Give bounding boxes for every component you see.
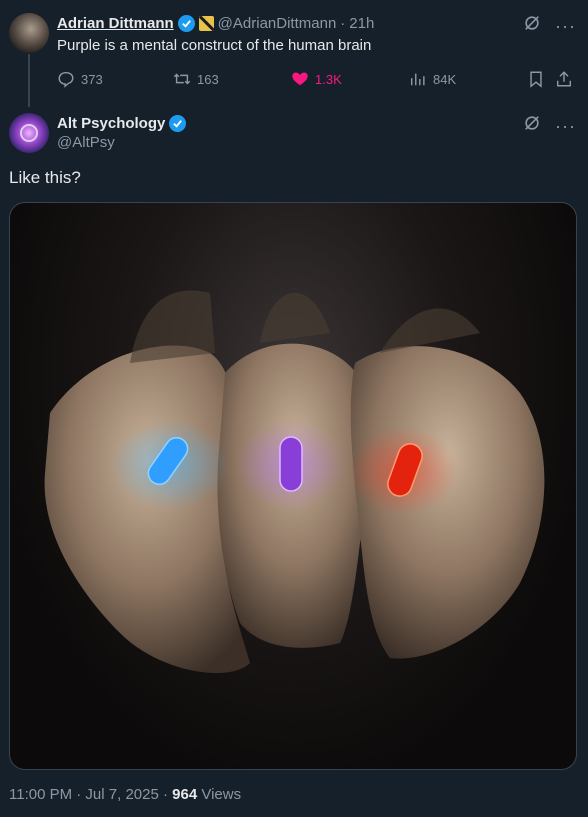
time-separator: · xyxy=(340,14,346,32)
heart-icon xyxy=(292,72,308,86)
author-name[interactable]: Alt Psychology xyxy=(57,115,165,132)
author-header: Alt Psychology @AltPsy xyxy=(57,113,187,151)
more-icon[interactable]: ··· xyxy=(555,117,576,135)
bookmark-button[interactable] xyxy=(527,68,545,90)
grok-icon[interactable] xyxy=(523,14,541,37)
grok-icon[interactable] xyxy=(523,114,541,137)
views-button[interactable]: 84K xyxy=(409,68,456,90)
tweet-view-count: 964 xyxy=(172,786,198,803)
like-count: 1.3K xyxy=(315,71,342,87)
author-handle[interactable]: @AltPsy xyxy=(57,134,186,151)
verified-badge-icon xyxy=(177,14,195,32)
views-count: 84K xyxy=(433,71,457,87)
tweet-text: Like this? xyxy=(9,168,81,187)
parent-author-avatar[interactable] xyxy=(9,13,49,53)
bookmark-icon xyxy=(530,71,542,88)
tweet-views-label: Views xyxy=(197,786,242,803)
parent-tweet-time[interactable]: 21h xyxy=(349,15,374,32)
thread-connector-line xyxy=(28,54,30,107)
more-icon[interactable]: ··· xyxy=(555,17,576,35)
reply-button[interactable]: 373 xyxy=(57,68,103,90)
affiliate-badge-icon[interactable] xyxy=(198,15,214,31)
reply-count: 373 xyxy=(81,71,103,87)
share-icon xyxy=(556,71,572,87)
repost-count: 163 xyxy=(197,71,219,87)
parent-author-handle[interactable]: @AdrianDittmann xyxy=(218,15,337,32)
tweet-top-actions: ··· xyxy=(523,114,576,137)
author-avatar[interactable] xyxy=(9,113,49,153)
hands-with-pills-illustration xyxy=(44,290,545,673)
parent-tweet-actions: 373 163 1.3K 84K xyxy=(57,68,577,90)
parent-author-name[interactable]: Adrian Dittmann xyxy=(57,15,174,32)
parent-tweet[interactable]: Adrian Dittmann @AdrianDittmann · 21h ··… xyxy=(0,0,588,107)
like-button[interactable]: 1.3K xyxy=(291,68,342,90)
purple-pill xyxy=(279,436,303,492)
verified-badge-icon xyxy=(169,114,187,132)
share-button[interactable] xyxy=(555,68,573,90)
tweet-meta: 11:00 PM · Jul 7, 2025 · 964 Views xyxy=(9,786,241,803)
repost-icon xyxy=(173,73,191,85)
reply-icon xyxy=(58,71,74,88)
parent-tweet-text: Purple is a mental construct of the huma… xyxy=(57,37,372,54)
parent-tweet-top-actions: ··· xyxy=(523,14,576,37)
tweet-timestamp[interactable]: 11:00 PM · Jul 7, 2025 · xyxy=(9,786,172,803)
parent-author-row: Adrian Dittmann @AdrianDittmann · 21h xyxy=(57,13,374,33)
analytics-icon xyxy=(410,73,425,86)
repost-button[interactable]: 163 xyxy=(173,68,219,90)
tweet-image[interactable] xyxy=(9,202,577,770)
